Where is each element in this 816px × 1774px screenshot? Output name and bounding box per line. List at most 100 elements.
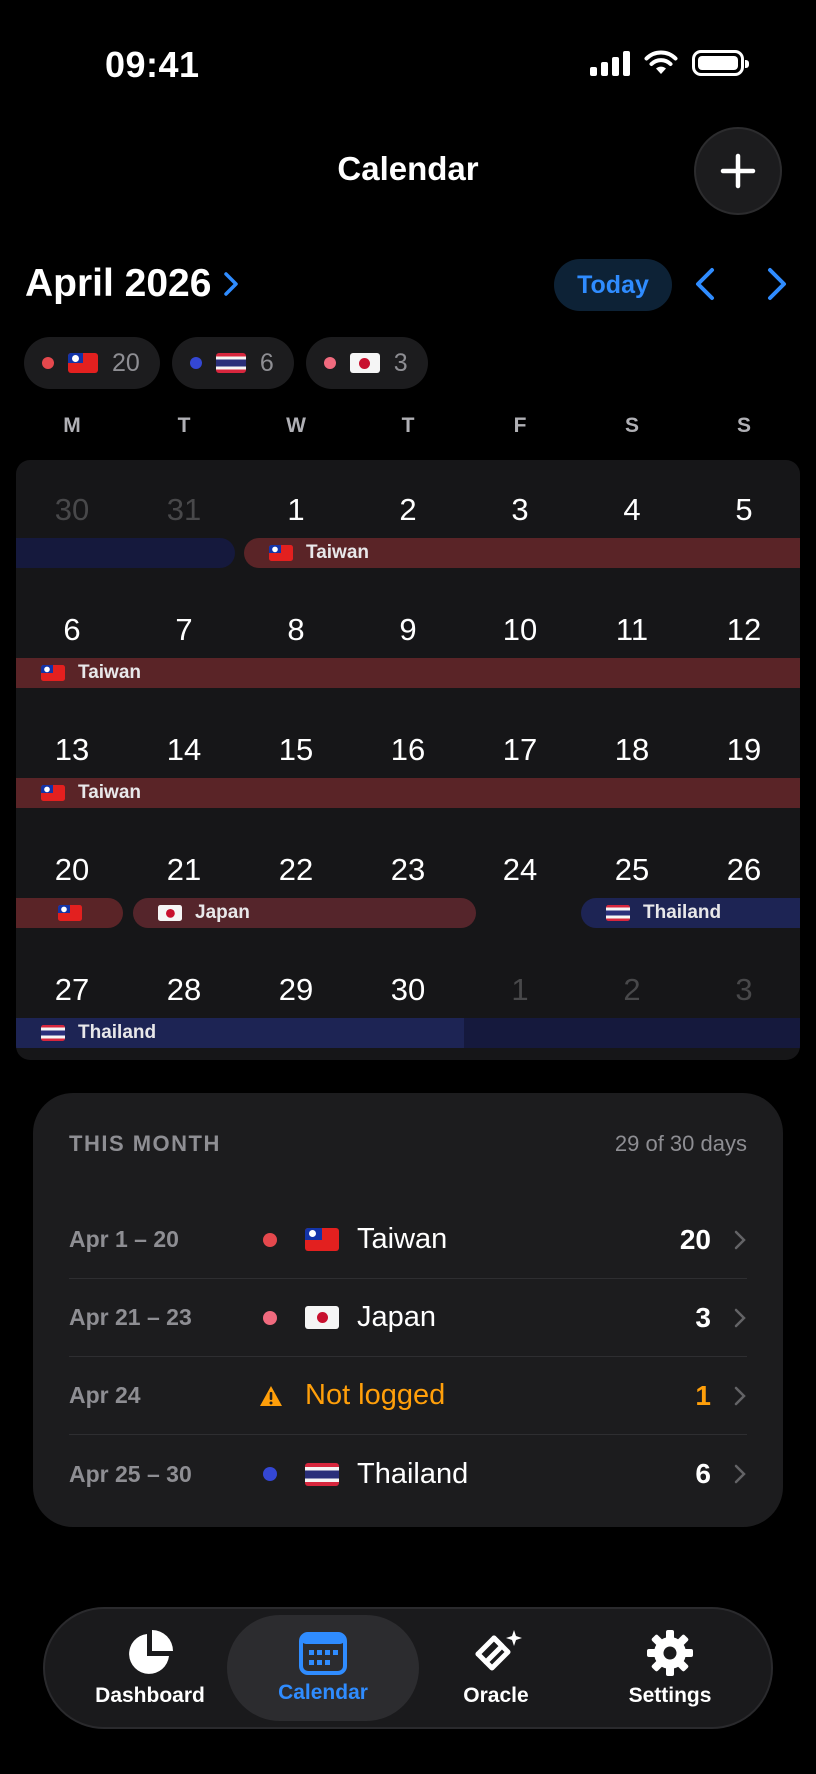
chip-count: 3 bbox=[393, 348, 408, 377]
calendar-day[interactable]: 3 bbox=[688, 972, 800, 1008]
calendar-day[interactable]: 23 bbox=[352, 852, 464, 888]
pie-chart-icon bbox=[129, 1630, 173, 1674]
trip-bar-taiwan[interactable]: Taiwan bbox=[244, 538, 800, 568]
tab-settings[interactable]: Settings bbox=[585, 1615, 755, 1721]
thailand-flag-icon bbox=[41, 1025, 65, 1041]
tab-label: Calendar bbox=[278, 1681, 368, 1704]
cellular-signal-icon bbox=[590, 50, 630, 76]
calendar-day[interactable]: 2 bbox=[576, 972, 688, 1008]
trip-bar-taiwan[interactable]: Taiwan bbox=[16, 778, 800, 808]
summary-row-japan[interactable]: Apr 21 – 23 Japan 3 bbox=[69, 1279, 747, 1357]
calendar-day[interactable]: 31 bbox=[128, 492, 240, 528]
thailand-flag-icon bbox=[215, 353, 246, 373]
taiwan-flag-icon bbox=[269, 545, 293, 561]
calendar-day[interactable]: 29 bbox=[240, 972, 352, 1008]
calendar-day[interactable]: 24 bbox=[464, 852, 576, 888]
calendar-day[interactable]: 30 bbox=[16, 492, 128, 528]
calendar-day[interactable]: 1 bbox=[240, 492, 352, 528]
color-dot bbox=[189, 357, 202, 369]
next-month-button[interactable] bbox=[766, 267, 788, 306]
plus-icon bbox=[720, 153, 756, 189]
date-range: Apr 25 – 30 bbox=[69, 1460, 192, 1487]
chip-count: 20 bbox=[112, 348, 140, 377]
place: Taiwan bbox=[305, 1223, 680, 1256]
calendar-day[interactable]: 13 bbox=[16, 732, 128, 768]
summary-days-logged: 29 of 30 days bbox=[614, 1131, 747, 1156]
calendar-day[interactable]: 11 bbox=[576, 612, 688, 648]
weekday-label: T bbox=[401, 414, 415, 437]
chip-taiwan[interactable]: 20 bbox=[24, 337, 160, 389]
place-name: Thailand bbox=[357, 1457, 469, 1490]
trip-bar-thailand[interactable]: Thailand bbox=[581, 898, 800, 928]
trip-bar-thailand[interactable]: Thailand bbox=[16, 1018, 464, 1048]
trip-bar-previous[interactable] bbox=[16, 538, 235, 568]
weekday-label: F bbox=[513, 414, 527, 437]
calendar-day[interactable]: 28 bbox=[128, 972, 240, 1008]
calendar-day[interactable]: 12 bbox=[688, 612, 800, 648]
date-range: Apr 21 – 23 bbox=[69, 1304, 192, 1330]
warning-indicator bbox=[259, 1385, 305, 1407]
chip-japan[interactable]: 3 bbox=[305, 337, 428, 389]
calendar-grid: 30 31 1 2 3 4 5 Taiwan 6 7 8 9 10 11 12 … bbox=[16, 460, 800, 1060]
tab-dashboard[interactable]: Dashboard bbox=[65, 1615, 235, 1721]
calendar-day[interactable]: 27 bbox=[16, 972, 128, 1008]
calendar-day[interactable]: 8 bbox=[240, 612, 352, 648]
chevron-right-icon bbox=[734, 1464, 746, 1484]
color-dot bbox=[42, 357, 54, 369]
calendar-day[interactable]: 25 bbox=[576, 852, 688, 888]
month-title: April 2026 bbox=[25, 262, 212, 305]
summary-row-not-logged[interactable]: Apr 24 Not logged 1 bbox=[69, 1357, 747, 1435]
calendar-day[interactable]: 6 bbox=[16, 612, 128, 648]
calendar-day[interactable]: 4 bbox=[576, 492, 688, 528]
calendar-day[interactable]: 15 bbox=[240, 732, 352, 768]
tab-oracle[interactable]: Oracle bbox=[411, 1615, 581, 1721]
calendar-day[interactable]: 21 bbox=[128, 852, 240, 888]
chip-thailand[interactable]: 6 bbox=[171, 337, 294, 389]
calendar-day[interactable]: 2 bbox=[352, 492, 464, 528]
calendar-day[interactable]: 3 bbox=[464, 492, 576, 528]
calendar-day[interactable]: 10 bbox=[464, 612, 576, 648]
trip-bar-label: Japan bbox=[195, 902, 250, 923]
summary-row-thailand[interactable]: Apr 25 – 30 Thailand 6 bbox=[69, 1435, 747, 1513]
add-button[interactable] bbox=[694, 127, 782, 215]
calendar-day[interactable]: 19 bbox=[688, 732, 800, 768]
calendar-icon bbox=[299, 1632, 347, 1675]
chevron-right-icon bbox=[224, 272, 239, 296]
place: Japan bbox=[305, 1301, 695, 1334]
taiwan-flag-icon bbox=[305, 1228, 339, 1251]
calendar-day[interactable]: 26 bbox=[688, 852, 800, 888]
calendar-day[interactable]: 5 bbox=[688, 492, 800, 528]
trip-bar-taiwan[interactable]: Taiwan bbox=[16, 658, 800, 688]
calendar-day[interactable]: 7 bbox=[128, 612, 240, 648]
calendar-day[interactable]: 9 bbox=[352, 612, 464, 648]
today-button[interactable]: Today bbox=[554, 259, 672, 311]
calendar-day[interactable]: 18 bbox=[576, 732, 688, 768]
trip-bar-taiwan[interactable] bbox=[16, 898, 123, 928]
battery-icon bbox=[692, 50, 749, 76]
trip-bar-label: Taiwan bbox=[78, 782, 141, 803]
previous-month-button[interactable] bbox=[694, 267, 716, 306]
calendar-day[interactable]: 16 bbox=[352, 732, 464, 768]
calendar-day[interactable]: 17 bbox=[464, 732, 576, 768]
summary-row-taiwan[interactable]: Apr 1 – 20 Taiwan 20 bbox=[69, 1201, 747, 1279]
calendar-day[interactable]: 22 bbox=[240, 852, 352, 888]
color-indicator bbox=[259, 1467, 305, 1481]
trip-bar-next-month[interactable] bbox=[464, 1018, 800, 1048]
weekday-label: S bbox=[624, 414, 639, 437]
day-count: 20 bbox=[679, 1223, 711, 1255]
calendar-day[interactable]: 30 bbox=[352, 972, 464, 1008]
month-selector[interactable]: April 2026 bbox=[25, 262, 239, 306]
status-time: 09:41 bbox=[105, 44, 200, 85]
color-indicator bbox=[259, 1232, 305, 1247]
warning-icon bbox=[260, 1385, 282, 1406]
calendar-day[interactable]: 1 bbox=[464, 972, 576, 1008]
chevron-right-icon bbox=[734, 1308, 746, 1327]
calendar-day[interactable]: 20 bbox=[16, 852, 128, 888]
trip-bar-japan[interactable]: Japan bbox=[133, 898, 476, 928]
weekday-label: W bbox=[286, 414, 306, 437]
tab-label: Settings bbox=[628, 1684, 712, 1707]
day-count: 6 bbox=[695, 1458, 711, 1489]
wifi-icon bbox=[644, 50, 678, 74]
tab-calendar[interactable]: Calendar bbox=[227, 1615, 419, 1721]
calendar-day[interactable]: 14 bbox=[128, 732, 240, 768]
